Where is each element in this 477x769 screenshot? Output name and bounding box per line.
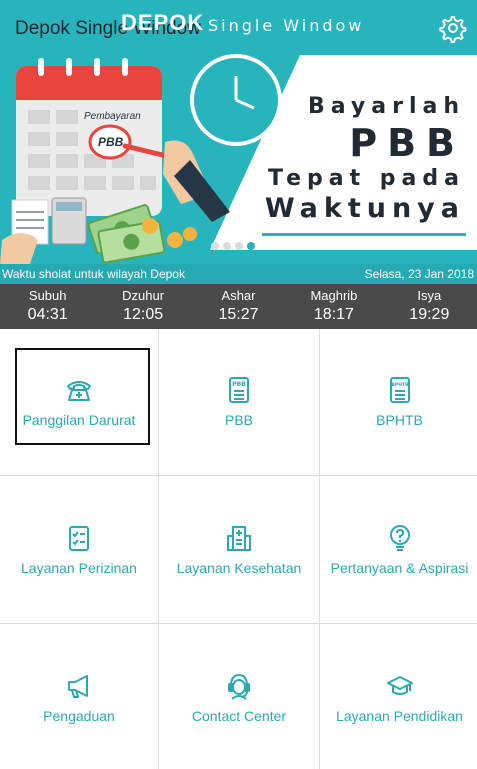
prayer-time: 15:27 <box>218 306 259 323</box>
menu-tile-contact-center[interactable]: Contact Center <box>159 624 319 769</box>
prayer-location: Waktu sholat untuk wilayah Depok <box>2 267 185 281</box>
menu-label: Contact Center <box>191 707 287 724</box>
slogan-underline <box>262 233 466 236</box>
prayer-time: 12:05 <box>123 306 164 323</box>
slogan-line-2: PBB <box>349 121 465 165</box>
pager-dot[interactable] <box>235 242 243 250</box>
menu-label: Layanan Kesehatan <box>176 559 302 576</box>
prayer-time: 19:29 <box>409 306 450 323</box>
settings-button[interactable] <box>436 12 468 44</box>
prayer-name: Dzuhur <box>122 288 165 303</box>
menu-tile-pertanyaan-aspirasi[interactable]: Pertanyaan & Aspirasi <box>320 476 477 623</box>
prayer-name: Subuh <box>28 288 67 303</box>
question-bulb-icon <box>389 524 410 551</box>
slogan-line-4: Waktunya <box>264 193 465 224</box>
prayer-time: 04:31 <box>27 306 68 323</box>
menu-tile-pbb[interactable]: PBB PBB <box>159 329 319 475</box>
svg-text:PBB: PBB <box>232 381 246 388</box>
menu-label: Pertanyaan & Aspirasi <box>330 559 469 576</box>
slogan-line-1: Bayarlah <box>307 94 465 119</box>
prayer-subuh: Subuh 04:31 <box>0 284 95 329</box>
menu-label: Layanan Pendidikan <box>336 707 463 724</box>
bphtb-document-icon: BPHTB <box>389 377 410 403</box>
prayer-date: Selasa, 23 Jan 2018 <box>364 267 474 281</box>
phone-icon <box>67 381 91 401</box>
banner-pager[interactable] <box>211 242 255 250</box>
prayer-header: Waktu sholat untuk wilayah Depok Selasa,… <box>0 264 477 284</box>
brand-logo: DEPOK <box>121 10 205 35</box>
svg-text:BPHTB: BPHTB <box>391 382 409 388</box>
slogan-line-3: Tepat pada <box>268 166 465 191</box>
megaphone-icon <box>68 674 88 698</box>
menu-tile-layanan-perizinan[interactable]: Layanan Perizinan <box>0 476 158 623</box>
prayer-name: Ashar <box>221 288 256 303</box>
prayer-name: Maghrib <box>310 288 358 303</box>
menu-tile-pengaduan[interactable]: Pengaduan <box>0 624 158 769</box>
pager-dot[interactable] <box>211 242 219 250</box>
prayer-time: 18:17 <box>313 306 354 323</box>
menu-tile-panggilan-darurat[interactable]: Panggilan Darurat <box>0 329 158 475</box>
menu-tile-layanan-kesehatan[interactable]: Layanan Kesehatan <box>159 476 319 623</box>
prayer-isya: Isya 19:29 <box>382 284 477 329</box>
prayer-ashar: Ashar 15:27 <box>191 284 286 329</box>
pager-dot[interactable] <box>223 242 231 250</box>
prayer-dzuhur: Dzuhur 12:05 <box>95 284 190 329</box>
menu-tile-bphtb[interactable]: BPHTB BPHTB <box>320 329 477 475</box>
menu-label: Layanan Perizinan <box>21 559 137 576</box>
menu-label: Panggilan Darurat <box>22 412 136 428</box>
menu-grid: Panggilan Darurat PBB PBB BPHTB BPHTB La… <box>0 329 477 769</box>
prayer-times-bar: Subuh 04:31 Dzuhur 12:05 Ashar 15:27 Mag… <box>0 284 477 329</box>
illustration-label: Pembayaran <box>84 111 141 122</box>
illustration-badge: PBB <box>98 135 124 149</box>
graduation-cap-icon <box>386 675 413 695</box>
prayer-name: Isya <box>417 288 442 303</box>
prayer-maghrib: Maghrib 18:17 <box>286 284 381 329</box>
menu-label: BPHTB <box>376 412 423 428</box>
gear-icon <box>439 16 467 43</box>
hospital-icon <box>227 525 251 551</box>
promo-banner[interactable]: Depok Single Window DEPOK Single Window … <box>0 0 477 264</box>
pbb-document-icon: PBB <box>229 377 249 403</box>
brand-subtitle: Single Window <box>208 16 365 35</box>
menu-tile-layanan-pendidikan[interactable]: Layanan Pendidikan <box>320 624 477 769</box>
menu-label: Pengaduan <box>43 707 115 724</box>
headset-agent-icon <box>228 673 250 700</box>
pager-dot-active[interactable] <box>247 242 255 250</box>
menu-label: PBB <box>224 412 253 428</box>
checklist-icon <box>69 525 89 551</box>
